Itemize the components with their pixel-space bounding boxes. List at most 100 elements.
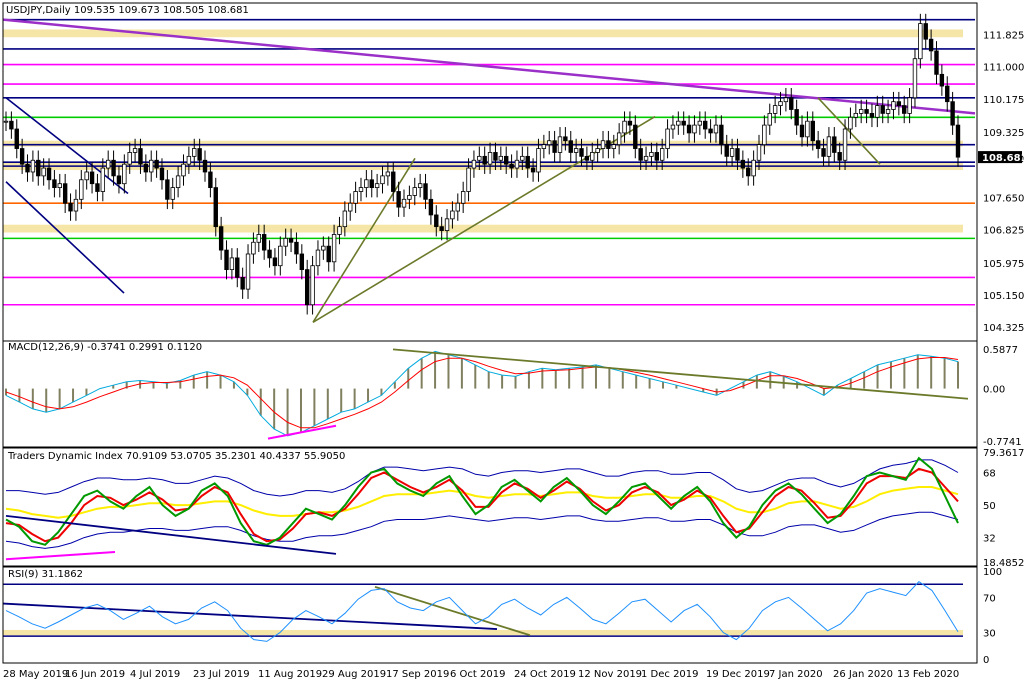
candle-body (9, 120, 14, 130)
axis-tick-label: 105.975 (983, 259, 1024, 270)
date-tick-label: 13 Feb 2020 (897, 669, 959, 680)
candle-body (896, 101, 902, 106)
axis-tick-label: 107.650 (983, 193, 1024, 204)
candle-body (912, 58, 918, 99)
candle-body (52, 179, 57, 188)
candle-body (353, 191, 358, 204)
candle-body (789, 97, 794, 110)
candle-body (670, 124, 676, 130)
rsi-pane[interactable] (2, 566, 978, 664)
axis-tick-label: -0.7741 (983, 437, 1022, 448)
candle-body (891, 101, 896, 110)
candle-body (315, 249, 321, 267)
candle-body (832, 136, 837, 153)
candle-body (288, 237, 294, 243)
date-tick-label: 7 Jan 2020 (769, 669, 823, 680)
candle-body (14, 128, 19, 149)
zone-band (3, 224, 963, 233)
tdi-pane[interactable] (2, 447, 978, 567)
candle-body (428, 198, 434, 216)
candle-body (778, 101, 783, 106)
price-pane[interactable] (2, 2, 978, 342)
candle-body (767, 112, 772, 126)
candle-body (444, 218, 450, 231)
axis-tick-label: 111.000 (983, 63, 1024, 74)
date-tick-label: 19 Dec 2019 (706, 669, 770, 680)
candle-body (514, 159, 520, 169)
candle-body (412, 187, 417, 196)
candle-body (197, 148, 202, 161)
candle-body (170, 187, 175, 200)
candle-body (557, 136, 563, 153)
candle-body (729, 148, 735, 157)
candle-body (348, 202, 353, 212)
candle-body (175, 175, 181, 188)
axis-tick-label: 106.825 (983, 226, 1024, 237)
candle-body (568, 140, 573, 153)
candle-body (525, 155, 530, 169)
axis-tick-label: 79.3617 (983, 448, 1024, 459)
candle-body (923, 23, 928, 40)
candle-body (417, 183, 423, 188)
candle-body (875, 105, 880, 118)
candle-body (805, 120, 810, 138)
candle-body (294, 241, 299, 255)
candle-body (902, 105, 907, 114)
axis-tick-label: 70 (983, 593, 996, 604)
macd-pane[interactable] (2, 340, 978, 448)
candle-body (471, 159, 477, 169)
candle-body (686, 124, 692, 134)
candle-body (326, 245, 331, 263)
candle-body (159, 167, 165, 181)
candle-body (364, 179, 369, 188)
candle-body (547, 140, 552, 146)
candle-body (380, 175, 385, 185)
candle-body (73, 198, 79, 212)
candle-body (643, 155, 649, 161)
candle-body (735, 148, 740, 161)
axis-tick-label: 105.150 (983, 291, 1024, 302)
candle-body (885, 109, 891, 114)
candle-body (756, 144, 762, 161)
candle-body (138, 148, 143, 165)
candle-body (19, 148, 25, 165)
axis-tick-label: 50 (983, 501, 996, 512)
candle-body (934, 50, 939, 75)
candle-body (36, 159, 41, 177)
axis-tick-label: 111.825 (983, 30, 1024, 41)
candle-body (487, 152, 493, 165)
candle-body (105, 159, 111, 169)
candle-body (751, 159, 756, 177)
candle-body (154, 159, 159, 169)
candle-body (595, 148, 600, 153)
candle-body (235, 257, 240, 278)
axis-tick-label: 0.5877 (983, 345, 1018, 356)
candle-body (369, 179, 374, 188)
candle-body (654, 152, 660, 161)
candle-body (740, 159, 746, 169)
candle-body (697, 120, 703, 126)
candle-body (794, 109, 799, 126)
candle-body (950, 101, 955, 126)
date-tick-label: 26 Jan 2020 (833, 669, 893, 680)
candle-body (821, 148, 826, 157)
candle-body (627, 120, 633, 126)
candle-body (719, 124, 724, 146)
candle-body (541, 144, 547, 149)
candle-body (299, 253, 305, 271)
candle-body (606, 140, 611, 149)
candle-body (358, 187, 364, 192)
date-tick-label: 23 Jul 2019 (193, 669, 250, 680)
candle-body (25, 163, 30, 173)
candle-body (321, 245, 326, 251)
candle-body (261, 234, 267, 251)
candle-body (616, 132, 622, 146)
axis-tick-label: 104.325 (983, 323, 1024, 334)
candle-body (192, 148, 197, 157)
candle-body (858, 109, 864, 114)
axis-tick-label: 0 (983, 655, 989, 666)
candle-body (132, 148, 138, 153)
date-tick-label: 24 Oct 2019 (514, 669, 576, 680)
candle-body (245, 253, 251, 290)
candle-body (676, 120, 681, 126)
